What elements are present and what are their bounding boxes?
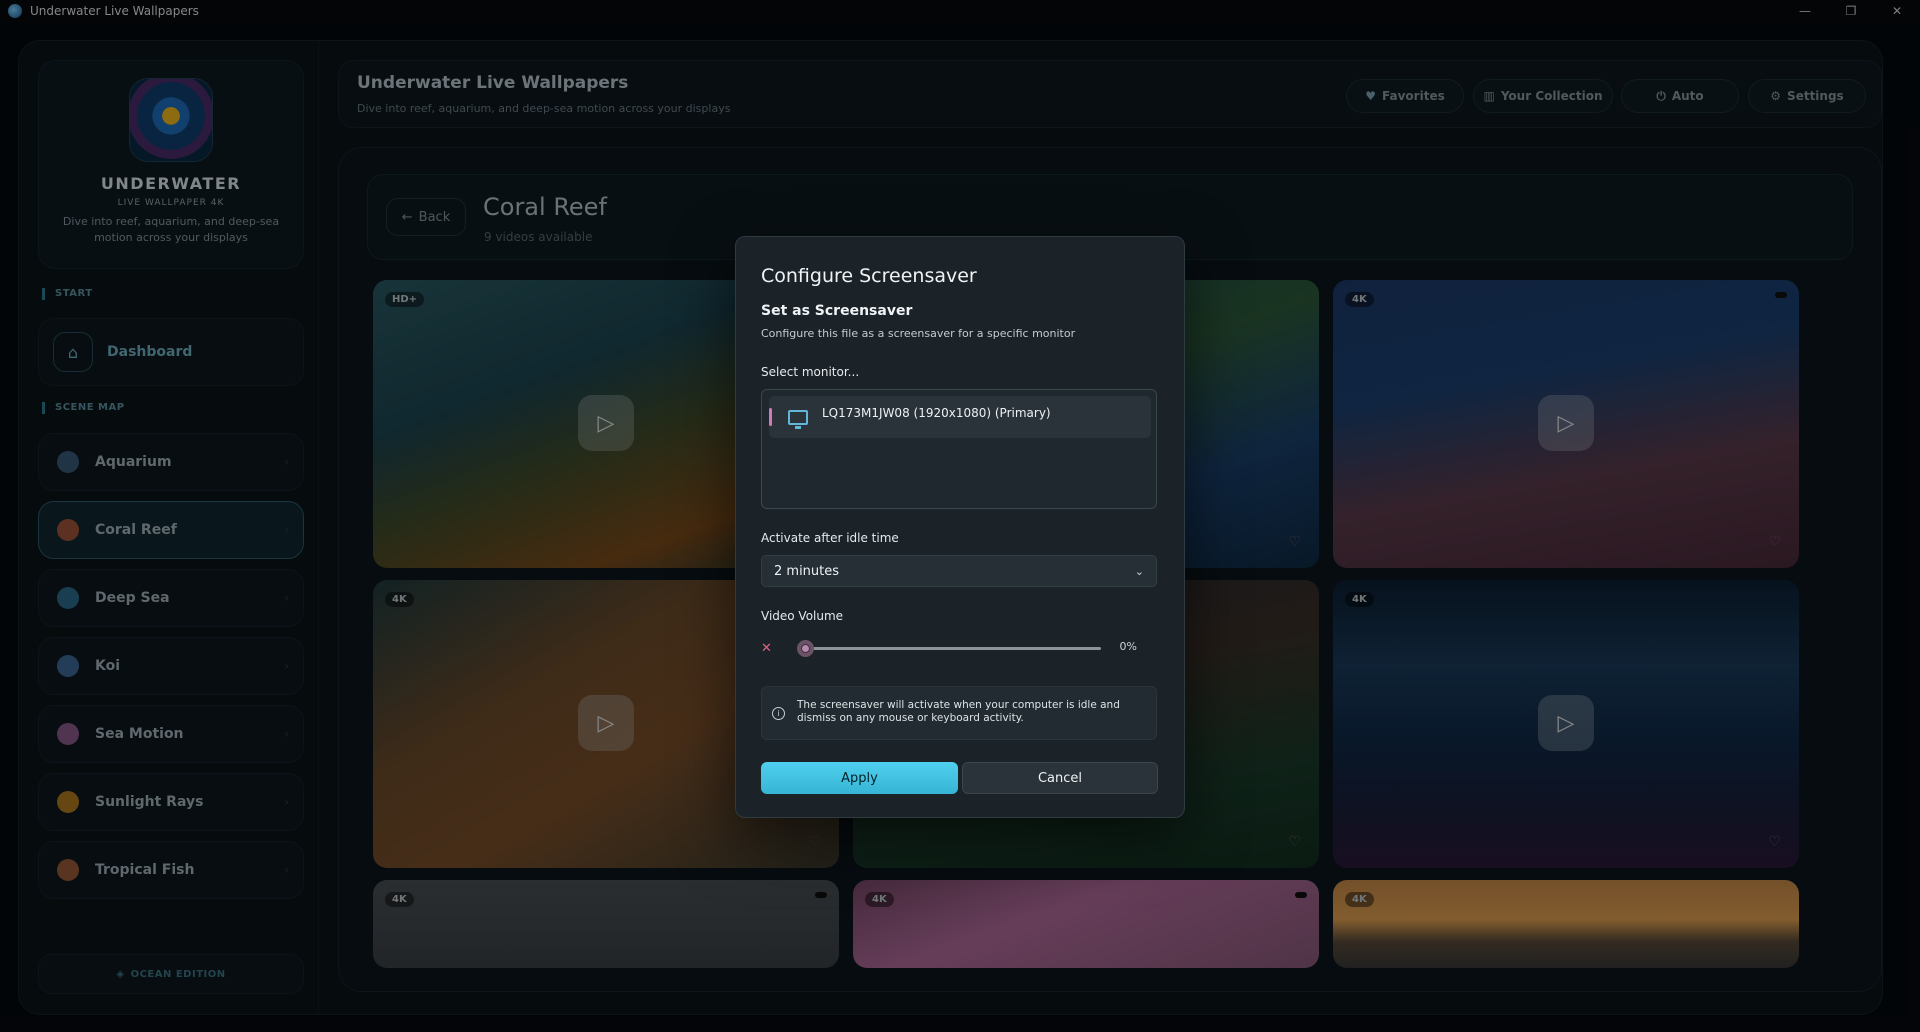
mute-icon[interactable]: ✕ bbox=[761, 641, 775, 656]
monitor-name: LQ173M1JW08 (1920x1080) (Primary) bbox=[822, 406, 1051, 420]
monitor-label: Select monitor... bbox=[761, 365, 860, 379]
configure-screensaver-dialog: Configure Screensaver Set as Screensaver… bbox=[735, 236, 1185, 818]
volume-control: ✕ 0% bbox=[761, 637, 1157, 659]
monitor-icon bbox=[788, 409, 808, 429]
dialog-heading: Set as Screensaver bbox=[761, 303, 913, 319]
selection-indicator bbox=[769, 408, 772, 426]
chevron-down-icon: ⌄ bbox=[1134, 564, 1144, 578]
idle-time-label: Activate after idle time bbox=[761, 531, 899, 545]
dialog-title: Configure Screensaver bbox=[761, 265, 977, 287]
cancel-button[interactable]: Cancel bbox=[962, 762, 1158, 794]
info-box: i The screensaver will activate when you… bbox=[761, 686, 1157, 740]
monitor-list-item[interactable]: LQ173M1JW08 (1920x1080) (Primary) bbox=[769, 396, 1151, 438]
volume-slider-thumb[interactable] bbox=[797, 640, 814, 657]
volume-label: Video Volume bbox=[761, 609, 844, 623]
volume-slider-track[interactable] bbox=[803, 647, 1101, 650]
idle-time-select[interactable]: 2 minutes ⌄ bbox=[761, 555, 1157, 587]
info-icon: i bbox=[772, 707, 785, 720]
dialog-description: Configure this file as a screensaver for… bbox=[761, 327, 1076, 340]
apply-button[interactable]: Apply bbox=[761, 762, 958, 794]
idle-time-value: 2 minutes bbox=[774, 563, 840, 579]
monitor-list[interactable]: LQ173M1JW08 (1920x1080) (Primary) bbox=[761, 389, 1157, 509]
volume-value: 0% bbox=[1119, 640, 1137, 653]
info-text: The screensaver will activate when your … bbox=[797, 699, 1120, 724]
